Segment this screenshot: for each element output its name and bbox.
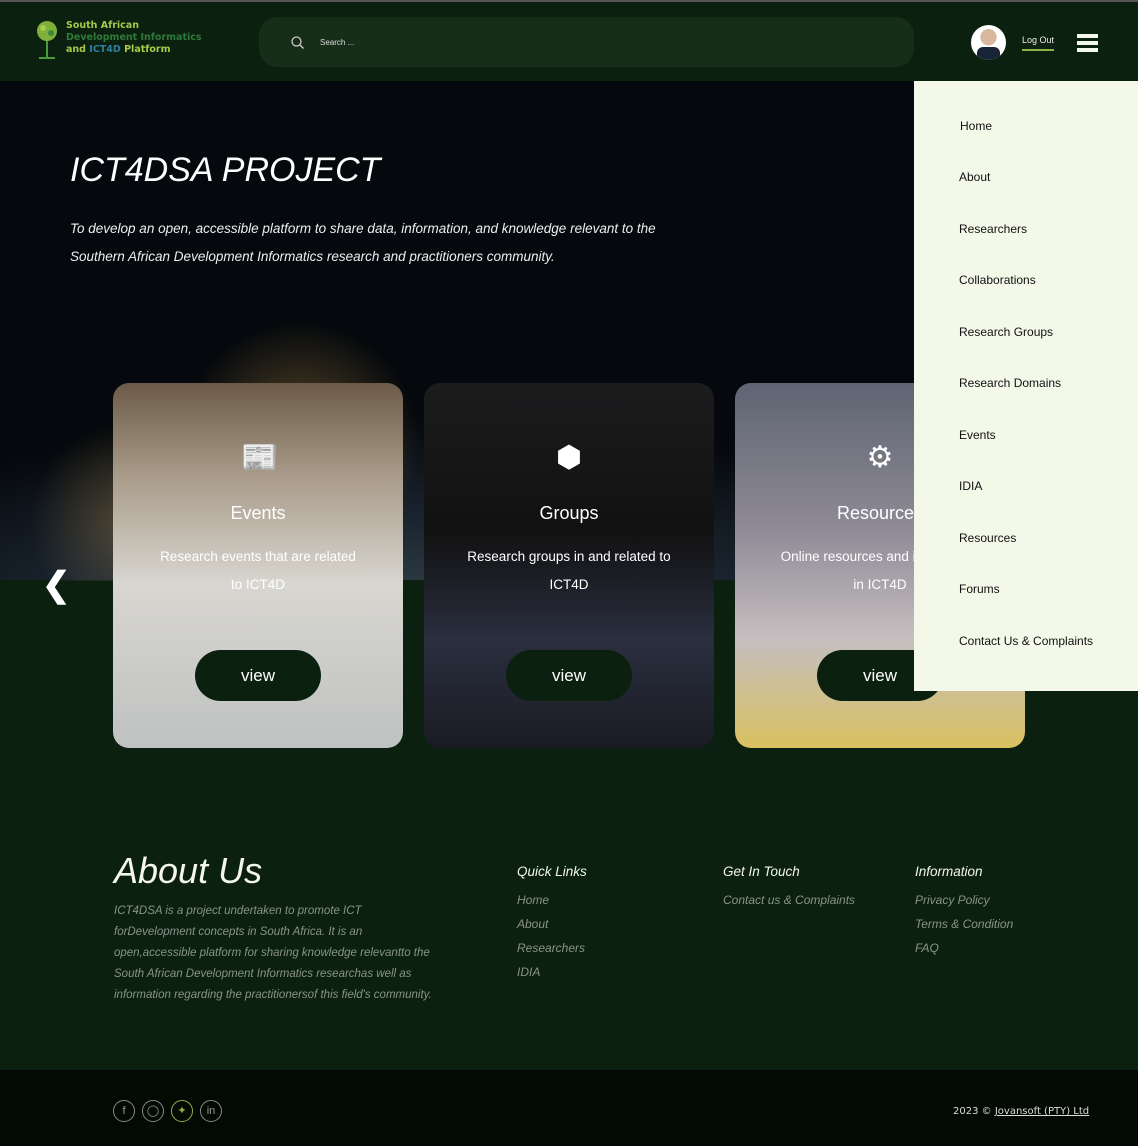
card-description: Research events that are related to ICT4…: [160, 549, 356, 592]
menu-item-events[interactable]: Events: [959, 428, 996, 442]
hero-title: ICT4DSA PROJECT: [70, 151, 381, 189]
footer-heading: Get In Touch: [723, 864, 800, 879]
footer-bar: f ◯ ✦ in 2023 © Jovansoft (PTY) Ltd: [0, 1070, 1138, 1146]
tree-logo-icon: [37, 21, 57, 59]
logo-line: and: [66, 44, 86, 55]
menu-item-research-domains[interactable]: Research Domains: [959, 376, 1061, 390]
logo-line: Development Informatics: [66, 32, 202, 43]
card-title: Groups: [539, 503, 599, 523]
menu-item-resources[interactable]: Resources: [959, 531, 1016, 545]
logo-line: Platform: [124, 44, 171, 55]
footer-information: Information Privacy Policy Terms & Condi…: [915, 864, 1013, 965]
menu-item-about[interactable]: About: [959, 170, 990, 184]
linkedin-icon[interactable]: in: [200, 1100, 222, 1122]
footer-link-about[interactable]: About: [517, 917, 587, 931]
header: South African Development Informatics an…: [0, 0, 1138, 81]
nav-menu-panel: Home About Researchers Collaborations Re…: [914, 81, 1138, 691]
footer-heading: Information: [915, 864, 983, 879]
view-button[interactable]: view: [506, 650, 632, 701]
logout-link[interactable]: Log Out: [1022, 35, 1055, 51]
search-placeholder: Search ...: [320, 37, 355, 47]
card-groups: ⬢ Groups Research groups in and related …: [424, 383, 714, 748]
logo[interactable]: South African Development Informatics an…: [34, 20, 202, 60]
menu-item-idia[interactable]: IDIA: [959, 479, 982, 493]
search-input[interactable]: Search ...: [259, 17, 914, 67]
carousel-prev-arrow-icon[interactable]: ❮: [42, 565, 71, 605]
logo-line: South African: [66, 20, 139, 31]
instagram-icon[interactable]: ◯: [142, 1100, 164, 1122]
footer-quick-links: Quick Links Home About Researchers IDIA: [517, 864, 587, 989]
menu-item-researchers[interactable]: Researchers: [959, 222, 1027, 236]
copyright: 2023 © Jovansoft (PTY) Ltd: [953, 1106, 1089, 1117]
logo-line: ICT4D: [89, 44, 121, 55]
footer-link-faq[interactable]: FAQ: [915, 941, 1013, 955]
about-text: ICT4DSA is a project undertaken to promo…: [114, 905, 432, 1001]
footer-link-idia[interactable]: IDIA: [517, 965, 587, 979]
facebook-icon[interactable]: f: [113, 1100, 135, 1122]
about-title: About Us: [114, 850, 263, 891]
search-icon: [291, 35, 304, 49]
cube-icon: ⬢: [555, 441, 583, 474]
hamburger-menu-icon[interactable]: [1077, 34, 1098, 55]
footer-link-privacy[interactable]: Privacy Policy: [915, 893, 1013, 907]
card-events: 📰 Events Research events that are relate…: [113, 383, 403, 748]
company-link[interactable]: Jovansoft (PTY) Ltd: [995, 1106, 1089, 1117]
settings-box-icon: ⚙: [866, 441, 894, 474]
footer-heading: Quick Links: [517, 864, 587, 879]
card-title: Events: [230, 503, 286, 523]
avatar[interactable]: [971, 25, 1006, 60]
copyright-text: 2023 ©: [953, 1106, 992, 1117]
menu-item-research-groups[interactable]: Research Groups: [959, 325, 1053, 339]
twitter-icon[interactable]: ✦: [171, 1100, 193, 1122]
card-description: Research groups in and related to ICT4D: [467, 549, 671, 592]
menu-item-home[interactable]: Home: [960, 119, 992, 133]
menu-item-collaborations[interactable]: Collaborations: [959, 273, 1036, 287]
footer-link-terms[interactable]: Terms & Condition: [915, 917, 1013, 931]
hero-subtitle: To develop an open, accessible platform …: [70, 221, 656, 264]
newspaper-icon: 📰: [241, 441, 279, 474]
view-button[interactable]: view: [195, 650, 321, 701]
menu-item-contact[interactable]: Contact Us & Complaints: [959, 634, 1093, 648]
footer-link-researchers[interactable]: Researchers: [517, 941, 587, 955]
menu-item-forums[interactable]: Forums: [959, 582, 1000, 596]
footer-get-in-touch: Get In Touch Contact us & Complaints: [723, 864, 855, 917]
footer-link-contact[interactable]: Contact us & Complaints: [723, 893, 855, 907]
footer-link-home[interactable]: Home: [517, 893, 587, 907]
